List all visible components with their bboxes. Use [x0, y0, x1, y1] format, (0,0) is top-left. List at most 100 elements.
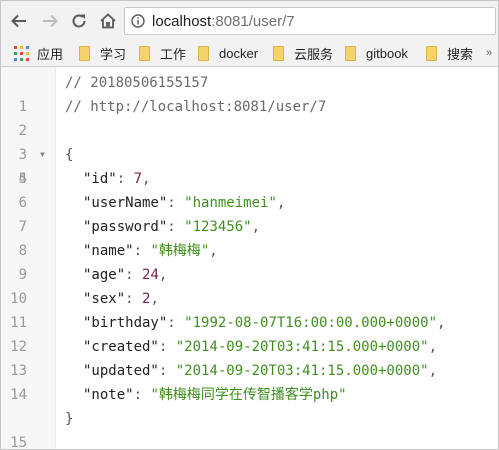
json-field: "birthday": "1992-08-07T16:00:00.000+000…	[83, 311, 445, 335]
json-colon: :	[158, 339, 176, 355]
json-value: "hanmeimei"	[184, 195, 277, 211]
home-button[interactable]	[96, 9, 120, 33]
code-line: 1 // 20180506155157	[1, 71, 498, 115]
reload-icon	[72, 14, 86, 28]
url-host: localhost	[152, 13, 212, 30]
close-brace: }	[65, 411, 74, 427]
json-value: "韩梅梅同学在传智播客学php"	[150, 387, 347, 403]
line-number: 6	[18, 195, 27, 211]
browser-toolbar: localhost:8081/user/7	[1, 1, 498, 40]
folder-icon	[198, 45, 209, 61]
json-value: 7	[133, 171, 143, 187]
url-comment: // http://localhost:8081/user/7	[65, 99, 327, 115]
code-line: 5 "id": 7,	[1, 167, 498, 191]
code-line: 4 ▼ {	[1, 143, 498, 187]
json-field: "age": 24,	[83, 263, 167, 287]
code-line: 10 "sex": 2,	[1, 287, 498, 311]
bookmark-folder-work[interactable]: 工作	[139, 40, 186, 66]
arrow-right-icon	[43, 14, 58, 28]
line-number: 15	[10, 435, 27, 450]
bookmark-label: 应用	[37, 46, 64, 62]
back-button[interactable]	[7, 9, 31, 33]
json-colon: :	[133, 387, 151, 403]
bookmark-folder-study[interactable]: 学习	[79, 40, 126, 66]
line-number: 13	[10, 363, 27, 379]
json-key: "password"	[83, 219, 168, 235]
line-number: 5	[18, 171, 27, 187]
bookmark-folder-gitbook[interactable]: gitbook	[345, 40, 408, 66]
address-bar[interactable]: localhost:8081/user/7	[124, 7, 496, 35]
folder-icon	[139, 45, 150, 61]
json-value: "2014-09-20T03:41:15.000+0000"	[175, 339, 429, 355]
bookmark-folder-docker[interactable]: docker	[198, 40, 258, 66]
line-number: 14	[10, 387, 27, 403]
json-key: "id"	[83, 171, 117, 187]
json-field: "updated": "2014-09-20T03:41:15.000+0000…	[83, 359, 437, 383]
bookmarks-overflow[interactable]: »	[486, 40, 492, 66]
code-line: 11 "birthday": "1992-08-07T16:00:00.000+0…	[1, 311, 498, 335]
bookmark-label: 学习	[100, 46, 127, 62]
forward-button[interactable]	[38, 9, 62, 33]
home-icon	[100, 13, 116, 29]
json-comma: ,	[428, 363, 438, 379]
json-value: "1992-08-07T16:00:00.000+0000"	[184, 315, 438, 331]
bookmark-label: gitbook	[366, 45, 408, 61]
open-brace: {	[65, 147, 74, 163]
json-key: "note"	[83, 387, 134, 403]
folder-icon	[79, 45, 90, 61]
code-line: 12 "created": "2014-09-20T03:41:15.000+00…	[1, 335, 498, 359]
json-key: "created"	[83, 339, 159, 355]
json-field: "id": 7,	[83, 167, 150, 191]
json-key: "userName"	[83, 195, 168, 211]
url-path: :8081/user/7	[211, 13, 295, 30]
json-value: 24	[142, 267, 159, 283]
json-comma: ,	[150, 291, 159, 307]
json-colon: :	[158, 363, 176, 379]
json-comma: ,	[158, 267, 168, 283]
apps-grid-icon[interactable]	[14, 46, 29, 61]
line-number: 8	[18, 243, 27, 259]
folder-icon	[345, 45, 356, 61]
line-number: 11	[10, 315, 27, 331]
page-info-icon[interactable]	[131, 14, 145, 28]
code-line: 6 "userName": "hanmeimei",	[1, 191, 498, 215]
json-field: "userName": "hanmeimei",	[83, 191, 285, 215]
code-line: 13 "updated": "2014-09-20T03:41:15.000+00…	[1, 359, 498, 383]
json-comma: ,	[142, 171, 151, 187]
json-comma: ,	[437, 315, 446, 331]
bookmark-folder-cloud[interactable]: 云服务	[273, 40, 333, 66]
json-comma: ,	[428, 339, 438, 355]
code-line: 9 "age": 24,	[1, 263, 498, 287]
browser-window: localhost:8081/user/7 应用 学习 工作 docker 云服…	[0, 0, 499, 450]
json-colon: :	[125, 291, 143, 307]
line-number: 10	[10, 291, 27, 307]
url-text: localhost:8081/user/7	[152, 13, 295, 30]
fold-toggle-icon[interactable]: ▼	[40, 143, 45, 167]
code-line: 2 // http://localhost:8081/user/7	[1, 95, 498, 139]
bookmark-apps[interactable]: 应用	[37, 40, 63, 66]
reload-button[interactable]	[67, 9, 91, 33]
bookmark-label: 搜索	[447, 46, 474, 62]
json-comma: ,	[209, 243, 218, 259]
json-comma: ,	[276, 195, 286, 211]
json-colon: :	[167, 315, 185, 331]
code-line: 8 "name": "韩梅梅",	[1, 239, 498, 263]
json-key: "birthday"	[83, 315, 168, 331]
code-line: 3	[1, 119, 498, 163]
json-key: "sex"	[83, 291, 126, 307]
folder-icon	[426, 45, 437, 61]
bookmark-folder-search[interactable]: 搜索	[426, 40, 473, 66]
json-field: "password": "123456",	[83, 215, 260, 239]
json-field: "created": "2014-09-20T03:41:15.000+0000…	[83, 335, 437, 359]
bookmark-label: 工作	[160, 46, 187, 62]
json-colon: :	[167, 219, 185, 235]
bookmark-label: 云服务	[294, 46, 334, 62]
json-value: "韩梅梅"	[150, 243, 210, 259]
line-number: 7	[18, 219, 27, 235]
code-line: 15 }	[1, 407, 498, 449]
folder-icon	[273, 45, 284, 61]
json-colon: :	[133, 243, 151, 259]
json-comma: ,	[251, 219, 261, 235]
json-field: "name": "韩梅梅",	[83, 239, 218, 263]
code-line: 7 "password": "123456",	[1, 215, 498, 239]
